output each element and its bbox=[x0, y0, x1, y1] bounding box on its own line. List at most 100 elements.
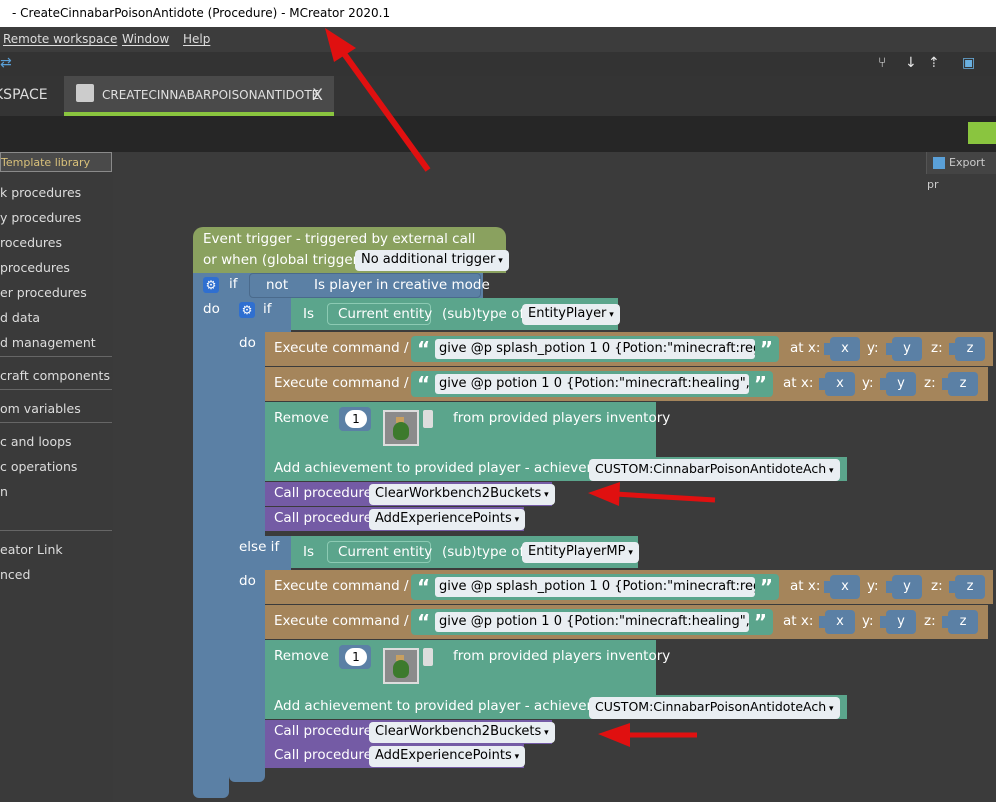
entity-type-dropdown[interactable]: EntityPlayerMP bbox=[522, 542, 639, 563]
sidebar-item[interactable]: craft components bbox=[0, 368, 110, 383]
procedure-dropdown[interactable]: AddExperiencePoints bbox=[369, 746, 526, 767]
open-quote-icon: “ bbox=[417, 610, 431, 634]
current-entity-block[interactable]: Current entity bbox=[327, 541, 432, 563]
add-achievement-block[interactable]: Add achievement to provided player - ach… bbox=[265, 457, 847, 481]
command-text-input[interactable]: give @p potion 1 0 {Potion:"minecraft:he… bbox=[435, 612, 749, 632]
branch-icon[interactable]: ⑂ bbox=[878, 55, 886, 71]
event-trigger-block[interactable]: Event trigger - triggered by external ca… bbox=[193, 227, 509, 273]
not-block[interactable]: not Is player in creative mode bbox=[249, 273, 490, 298]
remove-item-block[interactable]: Remove 1 from provided players inventory bbox=[265, 402, 670, 457]
x-variable-block[interactable]: x bbox=[824, 575, 860, 599]
gear-icon[interactable]: ⚙ bbox=[203, 277, 219, 293]
entity-type-check-block[interactable]: Is Current entity (sub)type of EntityPla… bbox=[291, 536, 639, 568]
save-button[interactable] bbox=[968, 122, 996, 144]
command-text-block[interactable]: “ give @p splash_potion 1 0 {Potion:"min… bbox=[411, 574, 779, 600]
else-if-header[interactable]: else if bbox=[229, 536, 291, 570]
call-procedure-block[interactable]: Call procedure AddExperiencePoints bbox=[265, 507, 526, 531]
add-achievement-label: Add achievement to provided player - ach… bbox=[274, 460, 627, 476]
sidebar-item[interactable]: c and loops bbox=[0, 434, 72, 449]
achievement-dropdown[interactable]: CUSTOM:CinnabarPoisonAntidoteAch bbox=[589, 697, 840, 719]
template-library-button[interactable]: Template library bbox=[0, 152, 112, 172]
command-text-input[interactable]: give @p potion 1 0 {Potion:"minecraft:he… bbox=[435, 374, 749, 394]
z-variable-block[interactable]: z bbox=[949, 337, 985, 361]
procedure-dropdown[interactable]: ClearWorkbench2Buckets bbox=[369, 484, 555, 505]
pull-icon[interactable]: ↓ bbox=[905, 55, 917, 71]
menu-remote-workspace[interactable]: Remote workspace bbox=[3, 27, 117, 52]
call-procedure-block[interactable]: Call procedure ClearWorkbench2Buckets bbox=[265, 720, 555, 744]
command-text-input[interactable]: give @p splash_potion 1 0 {Potion:"minec… bbox=[435, 339, 755, 359]
sidebar-item[interactable]: c operations bbox=[0, 459, 77, 474]
z-variable-block[interactable]: z bbox=[942, 610, 978, 634]
z-variable-block[interactable]: z bbox=[949, 575, 985, 599]
x-variable-block[interactable]: x bbox=[819, 372, 855, 396]
add-achievement-block[interactable]: Add achievement to provided player - ach… bbox=[265, 695, 847, 719]
sidebar-item[interactable]: eator Link bbox=[0, 542, 63, 557]
entity-type-check-block[interactable]: Is Current entity (sub)type of EntityPla… bbox=[291, 298, 620, 330]
tab-procedure[interactable]: CREATECINNABARPOISONANTIDOTE X bbox=[64, 76, 334, 116]
z-label: z: bbox=[931, 340, 943, 356]
export-button[interactable]: Export pr bbox=[926, 152, 996, 191]
y-var-label: y bbox=[897, 376, 905, 391]
window-title: - CreateCinnabarPoisonAntidote (Procedur… bbox=[12, 6, 391, 20]
sidebar-item[interactable]: d data bbox=[0, 310, 40, 325]
z-label: z: bbox=[931, 578, 943, 594]
sidebar-item[interactable]: om variables bbox=[0, 401, 81, 416]
sidebar-divider bbox=[0, 530, 112, 531]
push-icon[interactable]: ⇡ bbox=[928, 55, 940, 71]
execute-command-label: Execute command / bbox=[274, 613, 409, 629]
execute-command-block[interactable]: Execute command / “ give @p potion 1 0 {… bbox=[265, 367, 988, 401]
execute-command-block[interactable]: Execute command / “ give @p splash_potio… bbox=[265, 332, 993, 366]
command-text-block[interactable]: “ give @p potion 1 0 {Potion:"minecraft:… bbox=[411, 609, 773, 635]
sidebar-item[interactable]: er procedures bbox=[0, 285, 87, 300]
sidebar-item[interactable]: k procedures bbox=[0, 185, 81, 200]
y-variable-block[interactable]: y bbox=[880, 610, 916, 634]
remove-item-block[interactable]: Remove 1 from provided players inventory bbox=[265, 640, 670, 695]
current-entity-block[interactable]: Current entity bbox=[327, 303, 432, 325]
menu-window[interactable]: Window bbox=[122, 27, 169, 52]
open-quote-icon: “ bbox=[417, 337, 431, 361]
if-label: if bbox=[263, 301, 272, 317]
y-variable-block[interactable]: y bbox=[886, 575, 922, 599]
y-label: y: bbox=[862, 613, 874, 629]
x-var-label: x bbox=[836, 614, 844, 629]
remove-count[interactable]: 1 bbox=[345, 648, 367, 666]
sidebar-item[interactable]: y procedures bbox=[0, 210, 81, 225]
inner-if-header[interactable]: ⚙ if bbox=[229, 298, 291, 332]
x-variable-block[interactable]: x bbox=[824, 337, 860, 361]
y-variable-block[interactable]: y bbox=[880, 372, 916, 396]
sidebar-item[interactable]: nced bbox=[0, 567, 30, 582]
command-text-block[interactable]: “ give @p potion 1 0 {Potion:"minecraft:… bbox=[411, 371, 773, 397]
tab-workspace[interactable]: KSPACE bbox=[0, 76, 62, 116]
entity-type-dropdown[interactable]: EntityPlayer bbox=[522, 304, 620, 325]
remove-count[interactable]: 1 bbox=[345, 410, 367, 428]
procedure-dropdown[interactable]: ClearWorkbench2Buckets bbox=[369, 722, 555, 743]
switch-icon[interactable]: ⇄ bbox=[0, 55, 12, 71]
number-block[interactable]: 1 bbox=[339, 407, 371, 431]
command-text-input[interactable]: give @p splash_potion 1 0 {Potion:"minec… bbox=[435, 577, 755, 597]
call-procedure-block[interactable]: Call procedure AddExperiencePoints bbox=[265, 744, 526, 768]
call-procedure-block[interactable]: Call procedure ClearWorkbench2Buckets bbox=[265, 482, 555, 506]
potion-item-icon[interactable] bbox=[383, 648, 419, 684]
z-variable-block[interactable]: z bbox=[942, 372, 978, 396]
number-block[interactable]: 1 bbox=[339, 645, 371, 669]
execute-command-block[interactable]: Execute command / “ give @p potion 1 0 {… bbox=[265, 605, 988, 639]
subtype-of-label: (sub)type of bbox=[442, 306, 525, 322]
potion-item-icon[interactable] bbox=[383, 410, 419, 446]
sidebar-item[interactable]: n bbox=[0, 484, 8, 499]
execute-command-block[interactable]: Execute command / “ give @p splash_potio… bbox=[265, 570, 993, 604]
folder-icon[interactable]: ▣ bbox=[962, 55, 975, 71]
sidebar-item[interactable]: rocedures bbox=[0, 235, 62, 250]
command-text-block[interactable]: “ give @p splash_potion 1 0 {Potion:"min… bbox=[411, 336, 779, 362]
y-variable-block[interactable]: y bbox=[886, 337, 922, 361]
y-var-label: y bbox=[903, 341, 911, 356]
sidebar-item[interactable]: d management bbox=[0, 335, 96, 350]
if-block-header[interactable]: ⚙ if not Is player in creative mode bbox=[193, 273, 490, 298]
procedure-dropdown[interactable]: AddExperiencePoints bbox=[369, 509, 526, 530]
sidebar-item[interactable]: procedures bbox=[0, 260, 70, 275]
close-icon[interactable]: X bbox=[312, 76, 323, 114]
achievement-dropdown[interactable]: CUSTOM:CinnabarPoisonAntidoteAch bbox=[589, 459, 840, 481]
gear-icon[interactable]: ⚙ bbox=[239, 302, 255, 318]
global-trigger-dropdown[interactable]: No additional trigger bbox=[355, 250, 509, 271]
x-variable-block[interactable]: x bbox=[819, 610, 855, 634]
menu-help[interactable]: Help bbox=[183, 27, 210, 52]
